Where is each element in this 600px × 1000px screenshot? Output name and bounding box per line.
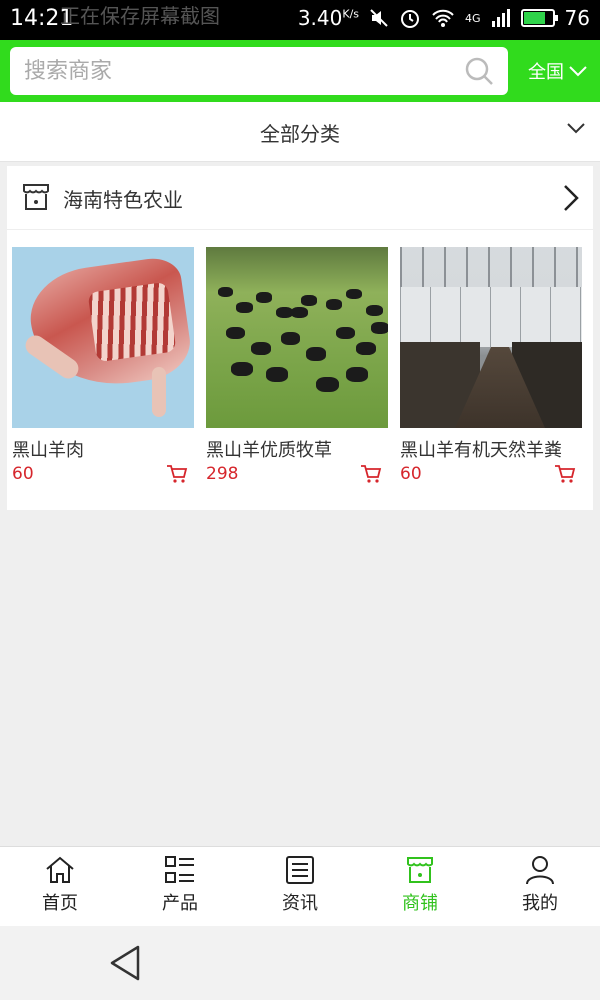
mute-icon (370, 9, 388, 27)
product-price: 60 (400, 464, 422, 484)
cart-icon[interactable] (360, 464, 382, 484)
shop-card: 海南特色农业 黑山羊肉 60 黑山羊优质牧草 298 黑山羊有机天然羊粪 60 (7, 166, 593, 510)
chevron-down-icon (567, 123, 585, 134)
tab-label: 商铺 (402, 893, 438, 914)
goat-shape (236, 302, 253, 314)
goat-shape (336, 327, 355, 340)
cart-icon[interactable] (166, 464, 188, 484)
product-image-manure-barn[interactable] (400, 247, 582, 428)
battery-icon (520, 9, 558, 27)
goat-shape (231, 362, 253, 377)
status-right: 3.40K/s 4G 76 (298, 6, 590, 30)
product-name: 黑山羊优质牧草 (206, 440, 332, 461)
goat-shape (356, 342, 376, 356)
network-type: 4G (465, 11, 481, 25)
shop-name: 海南特色农业 (63, 188, 183, 212)
user-icon (526, 856, 554, 885)
status-bar: 14:21 正在保存屏幕截图 3.40K/s 4G 76 (0, 0, 600, 40)
network-speed: 3.40K/s (297, 6, 360, 30)
system-nav-bar (0, 926, 600, 1000)
goat-shape (256, 292, 272, 303)
product-image-goat-meat[interactable] (12, 247, 194, 428)
goat-shape (326, 299, 343, 310)
product-price: 298 (206, 464, 239, 484)
goat-shape (366, 305, 383, 317)
tab-label: 首页 (42, 893, 78, 914)
battery-percent: 76 (564, 6, 590, 30)
category-label: 全部分类 (260, 122, 340, 146)
tab-label: 我的 (522, 893, 558, 914)
wifi-icon (432, 9, 454, 27)
tab-label: 资讯 (282, 893, 318, 914)
tab-home[interactable]: 首页 (0, 847, 120, 926)
product-price: 60 (12, 464, 34, 484)
news-icon (286, 856, 314, 884)
bottom-tab-bar: 首页 产品 资讯 商铺 我的 (0, 846, 600, 926)
goat-shape (251, 342, 271, 356)
product-image-goats-grazing[interactable] (206, 247, 388, 428)
tab-news[interactable]: 资讯 (240, 847, 360, 926)
product-name: 黑山羊肉 (12, 440, 84, 461)
search-input[interactable] (24, 53, 444, 89)
goat-shape (306, 347, 327, 361)
tab-stores[interactable]: 商铺 (360, 847, 480, 926)
list-icon (165, 856, 194, 883)
status-notification: 正在保存屏幕截图 (60, 4, 220, 28)
product-card[interactable]: 黑山羊肉 60 (12, 247, 194, 488)
store-icon (23, 184, 49, 210)
goat-shape (226, 327, 245, 340)
signal-icon (491, 9, 510, 27)
tab-profile[interactable]: 我的 (480, 847, 600, 926)
tab-label: 产品 (162, 893, 198, 914)
back-icon[interactable] (108, 944, 142, 982)
chevron-right-icon[interactable] (563, 184, 579, 212)
goat-shape (218, 287, 234, 298)
goat-shape (281, 332, 301, 345)
cart-icon[interactable] (554, 464, 576, 484)
goat-shape (301, 295, 317, 306)
chevron-down-icon (569, 66, 587, 77)
goat-shape (371, 322, 388, 335)
search-box[interactable] (10, 47, 508, 95)
region-label: 全国 (528, 62, 564, 83)
goat-shape (266, 367, 288, 382)
header: 全国 (0, 40, 600, 102)
product-card[interactable]: 黑山羊有机天然羊粪 60 (400, 247, 582, 488)
goat-shape (316, 377, 339, 393)
product-card[interactable]: 黑山羊优质牧草 298 (206, 247, 388, 488)
product-name: 黑山羊有机天然羊粪 (400, 440, 562, 461)
goat-shape (346, 367, 368, 382)
region-selector[interactable]: 全国 (528, 58, 588, 84)
category-filter[interactable]: 全部分类 (0, 102, 600, 162)
home-icon (46, 856, 74, 883)
search-icon[interactable] (464, 56, 494, 86)
goat-shape (291, 307, 308, 319)
shop-header[interactable]: 海南特色农业 (7, 166, 593, 230)
product-list: 黑山羊肉 60 黑山羊优质牧草 298 黑山羊有机天然羊粪 60 (12, 247, 588, 488)
alarm-icon (401, 10, 420, 28)
tab-products[interactable]: 产品 (120, 847, 240, 926)
goat-shape (346, 289, 362, 300)
store-icon (407, 857, 433, 883)
